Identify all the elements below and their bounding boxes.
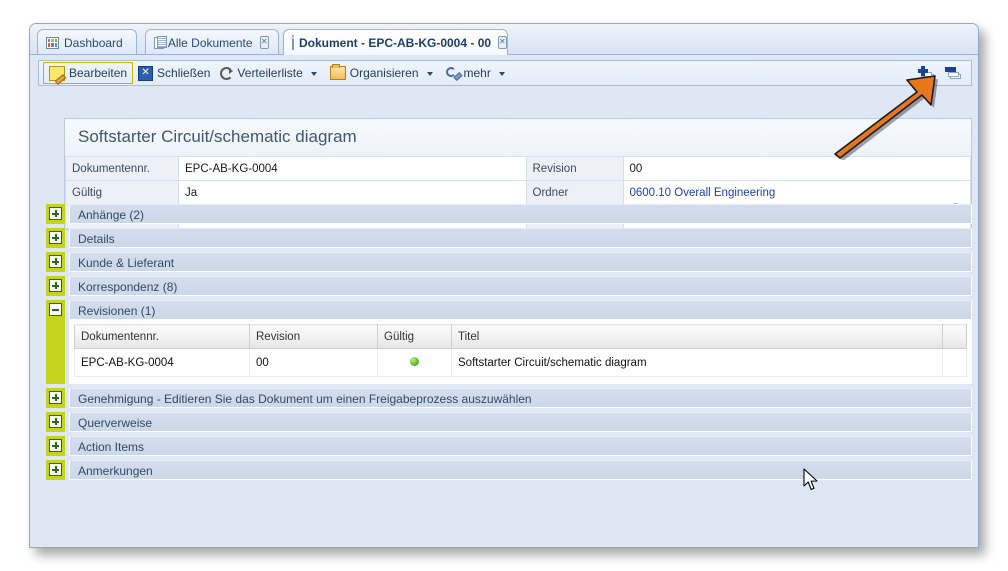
button-label: Organisieren: [350, 66, 419, 80]
column-header-titel[interactable]: Titel: [452, 325, 943, 349]
accordion-sections: Anhänge (2) Details Kunde & Lieferant Ko…: [46, 204, 972, 484]
dashboard-icon: [46, 37, 59, 49]
section-anmerkungen: Anmerkungen: [46, 460, 972, 480]
refresh-circle-icon: [220, 67, 233, 80]
collapse-minus-icon[interactable]: [49, 303, 62, 316]
cell-dokumentennr: EPC-AB-KG-0004: [75, 349, 250, 377]
table-header-row: Dokumentennr. Revision Gültig Titel: [75, 325, 967, 349]
expand-plus-icon[interactable]: [49, 391, 62, 404]
section-korrespondenz: Korrespondenz (8): [46, 276, 972, 296]
field-label: Revision: [526, 157, 623, 181]
edit-pencil-icon: [49, 66, 65, 81]
schliessen-button[interactable]: ✕ Schließen: [133, 63, 215, 83]
tab-dokument[interactable]: Dokument - EPC-AB-KG-0004 - 00 ✕: [283, 29, 508, 55]
page-title: Softstarter Circuit/schematic diagram: [65, 119, 971, 156]
expand-plus-icon[interactable]: [49, 439, 62, 452]
mouse-cursor: [803, 468, 821, 493]
section-header[interactable]: Korrespondenz (8): [69, 276, 972, 296]
section-header[interactable]: Genehmigung - Editieren Sie das Dokument…: [69, 388, 972, 408]
column-header-extra[interactable]: [943, 325, 967, 349]
tab-close-icon[interactable]: ✕: [260, 36, 269, 49]
table-row: Gültig Ja Ordner 0600.10 Overall Enginee…: [66, 181, 971, 205]
expand-plus-icon[interactable]: [49, 415, 62, 428]
field-label: Gültig: [66, 181, 179, 205]
section-kunde-lieferant: Kunde & Lieferant: [46, 252, 972, 272]
field-value: EPC-AB-KG-0004: [179, 157, 527, 181]
mehr-button[interactable]: mehr: [441, 63, 513, 83]
document-content: Softstarter Circuit/schematic diagram Do…: [38, 92, 972, 547]
expand-plus-icon[interactable]: [49, 231, 62, 244]
table-row: Dokumentennr. EPC-AB-KG-0004 Revision 00: [66, 157, 971, 181]
tab-alle-dokumente[interactable]: Alle Dokumente ✕: [145, 29, 279, 55]
section-revisionen: Revisionen (1) Dokumentennr. Revision Gü…: [46, 300, 972, 384]
section-header[interactable]: Anmerkungen: [69, 460, 972, 480]
button-label: Bearbeiten: [69, 66, 127, 80]
chevron-down-icon[interactable]: [427, 72, 433, 76]
page-icon: [292, 35, 294, 50]
section-header[interactable]: Revisionen (1): [69, 300, 972, 320]
ordner-link[interactable]: 0600.10 Overall Engineering: [630, 187, 776, 199]
expand-plus-icon[interactable]: [49, 255, 62, 268]
section-details: Details: [46, 228, 972, 248]
status-dot-icon: [410, 357, 419, 366]
expand-plus-icon[interactable]: [49, 207, 62, 220]
documents-icon: [154, 36, 163, 49]
toolbar-right-icons: [918, 66, 967, 80]
expand-plus-icon[interactable]: [49, 279, 62, 292]
column-header-revision[interactable]: Revision: [250, 325, 378, 349]
wrench-icon: [446, 67, 460, 80]
cell-extra: [943, 349, 967, 377]
document-toolbar: Bearbeiten ✕ Schließen Verteilerliste Or…: [38, 60, 972, 86]
close-x-icon: ✕: [138, 66, 153, 81]
collapse-all-icon[interactable]: [945, 66, 961, 80]
chevron-down-icon[interactable]: [311, 72, 317, 76]
section-header[interactable]: Anhänge (2): [69, 204, 972, 224]
verteilerliste-button[interactable]: Verteilerliste: [215, 63, 324, 83]
tab-label: Dokument - EPC-AB-KG-0004 - 00: [299, 37, 491, 49]
expand-plus-icon[interactable]: [49, 463, 62, 476]
tab-dashboard[interactable]: Dashboard: [37, 29, 137, 55]
field-label: Ordner: [526, 181, 623, 205]
tab-close-icon[interactable]: ✕: [498, 36, 507, 49]
field-label: Dokumentennr.: [66, 157, 179, 181]
bearbeiten-button[interactable]: Bearbeiten: [43, 62, 133, 84]
field-value: Ja: [179, 181, 527, 205]
column-header-dokumentennr[interactable]: Dokumentennr.: [75, 325, 250, 349]
organisieren-button[interactable]: Organisieren: [325, 63, 441, 83]
field-value-link[interactable]: 0600.10 Overall Engineering: [623, 181, 971, 205]
section-anhaenge: Anhänge (2): [46, 204, 972, 224]
column-header-gueltig[interactable]: Gültig: [378, 325, 452, 349]
field-value: 00: [623, 157, 971, 181]
button-label: Verteilerliste: [237, 66, 302, 80]
section-querverweise: Querverweise: [46, 412, 972, 432]
expand-all-icon[interactable]: [918, 66, 934, 80]
application-window: Dashboard Alle Dokumente ✕ Dokument - EP…: [29, 23, 979, 548]
section-header[interactable]: Details: [69, 228, 972, 248]
section-header[interactable]: Action Items: [69, 436, 972, 456]
tab-label: Alle Dokumente: [168, 37, 253, 49]
cell-titel: Softstarter Circuit/schematic diagram: [452, 349, 943, 377]
section-header[interactable]: Kunde & Lieferant: [69, 252, 972, 272]
tab-label: Dashboard: [64, 37, 123, 49]
section-genehmigung: Genehmigung - Editieren Sie das Dokument…: [46, 388, 972, 408]
screenshot-root: Dashboard Alle Dokumente ✕ Dokument - EP…: [0, 0, 1008, 571]
folder-icon: [330, 66, 346, 80]
section-body-revisionen: Dokumentennr. Revision Gültig Titel EPC-…: [69, 320, 972, 384]
section-header[interactable]: Querverweise: [69, 412, 972, 432]
button-label: mehr: [464, 66, 491, 80]
section-action-items: Action Items: [46, 436, 972, 456]
tab-bar: Dashboard Alle Dokumente ✕ Dokument - EP…: [30, 24, 978, 55]
cell-revision: 00: [250, 349, 378, 377]
button-label: Schließen: [157, 66, 210, 80]
table-row[interactable]: EPC-AB-KG-0004 00 Softstarter Circuit/sc…: [75, 349, 967, 377]
cell-gueltig: [378, 349, 452, 377]
chevron-down-icon[interactable]: [499, 72, 505, 76]
revisions-table: Dokumentennr. Revision Gültig Titel EPC-…: [74, 324, 967, 377]
